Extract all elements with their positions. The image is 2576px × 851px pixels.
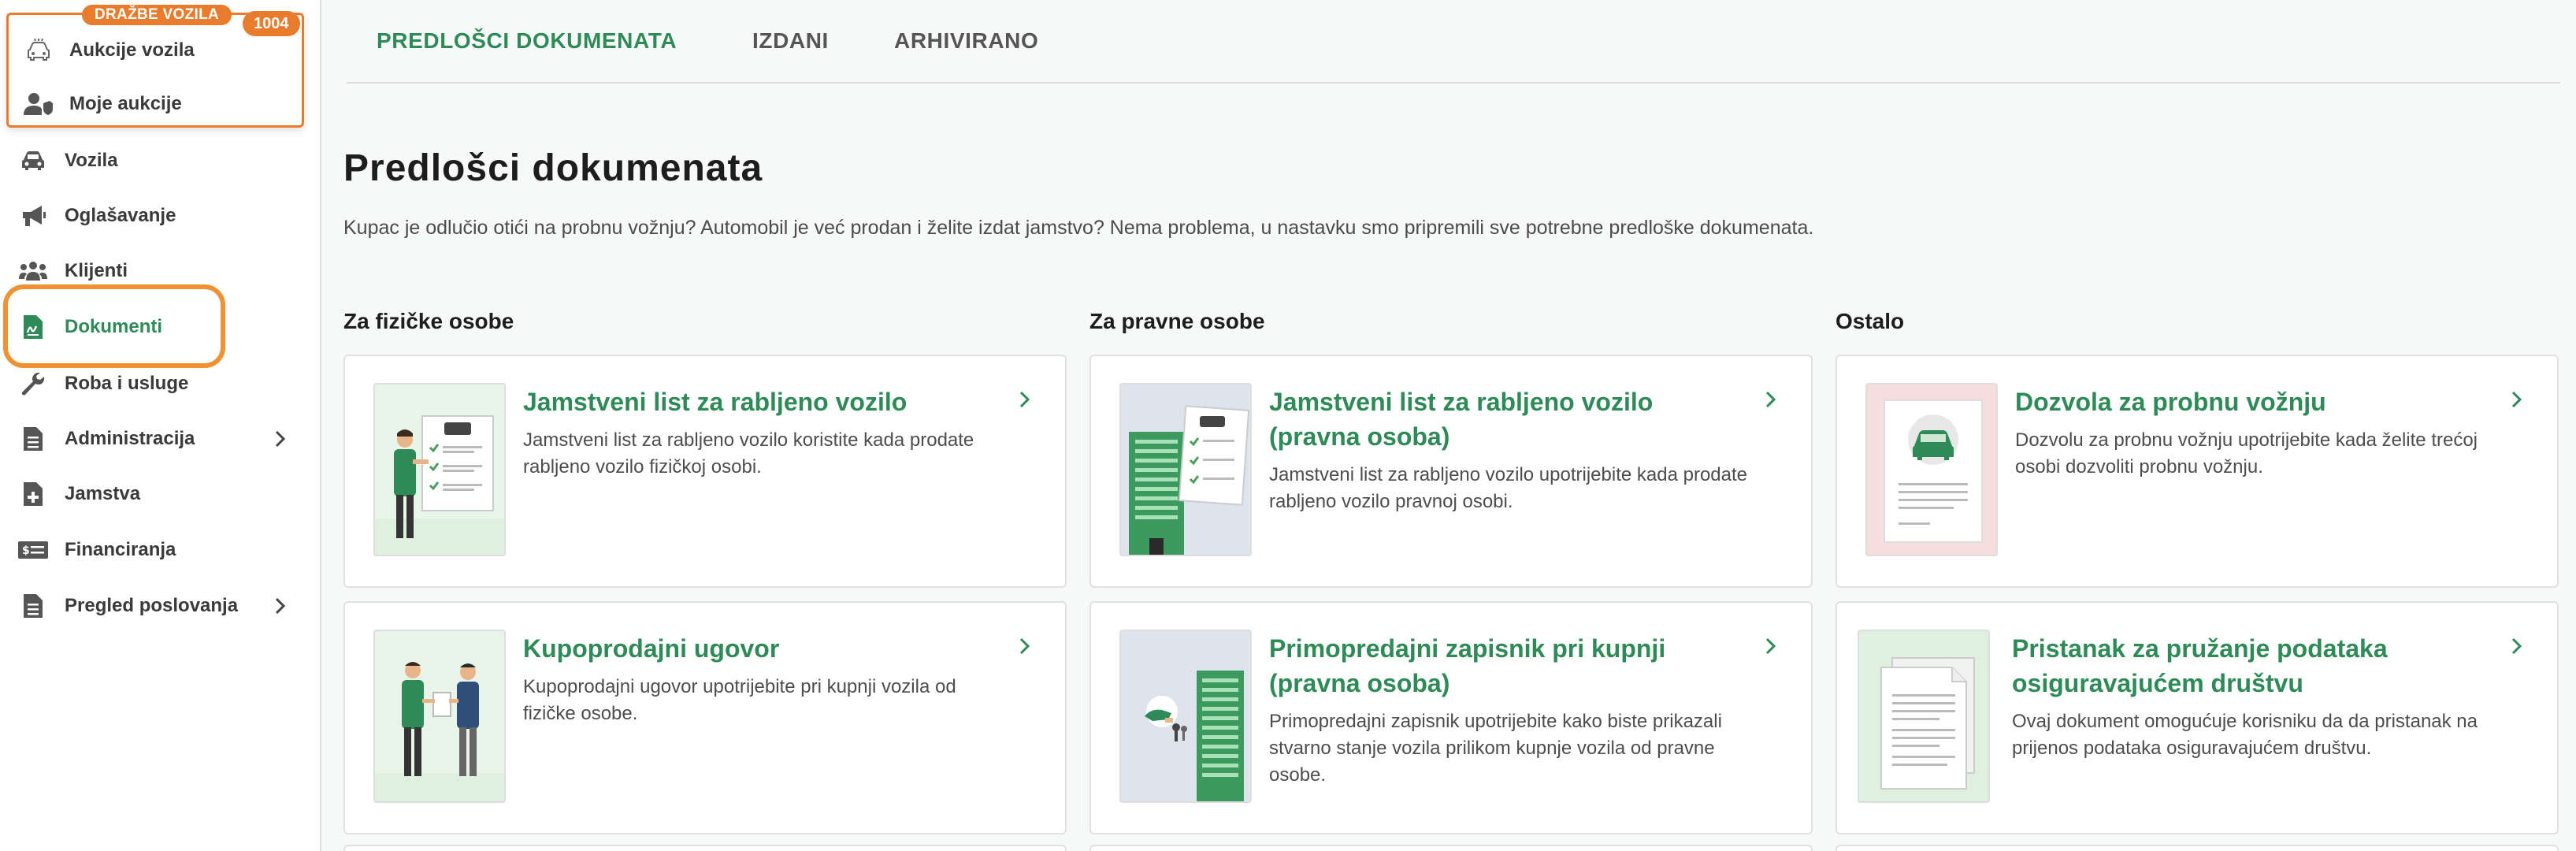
chevron-right-icon <box>2505 388 2529 411</box>
chevron-right-icon <box>269 595 291 617</box>
card-description: Ovaj dokument omogućuje korisniku da da … <box>2012 711 2478 759</box>
chevron-right-icon <box>1013 634 1037 658</box>
auction-count-badge: 1004 <box>243 11 300 36</box>
column-title-fizicke-osobe: Za fizičke osobe <box>343 309 514 333</box>
card-description: Primopredajni zapisnik upotrijebite kako… <box>1269 711 1722 786</box>
chevron-right-icon <box>1013 388 1037 411</box>
chevron-right-icon <box>2505 634 2529 658</box>
chevron-right-icon <box>1759 388 1783 411</box>
sidebar-item-oglasavanje[interactable]: Oglašavanje <box>0 188 321 243</box>
document-card[interactable]: Dozvola za probnu vožnju Dozvolu za prob… <box>1835 355 2559 588</box>
svg-text:$: $ <box>22 544 30 557</box>
file-list-icon <box>17 423 49 455</box>
column-title-pravne-osobe: Za pravne osobe <box>1089 309 1265 333</box>
main-content: PREDLOŠCI DOKUMENATA IZDANI ARHIVIRANO P… <box>323 0 2576 851</box>
page-title: Predlošci dokumenata <box>343 147 763 189</box>
test-drive-document-illustration <box>1865 383 1998 556</box>
file-chart-icon <box>17 590 49 622</box>
sidebar-item-label: Klijenti <box>65 260 128 281</box>
person-warranty-illustration <box>373 383 506 556</box>
two-people-contract-illustration <box>373 630 506 803</box>
sidebar-item-pregled-poslovanja[interactable]: Pregled poslovanja <box>0 578 321 634</box>
column-title-ostalo: Ostalo <box>1835 309 1905 333</box>
document-card[interactable]: Primopredajni zapisnik pri kupnji (pravn… <box>1089 601 1813 834</box>
sidebar-item-label: Administracija <box>65 428 195 449</box>
document-pages-illustration <box>1858 630 1990 803</box>
card-title: Jamstveni list za rabljeno vozilo (pravn… <box>1269 388 1654 451</box>
card-description: Jamstveni list za rabljeno vozilo korist… <box>523 429 974 478</box>
sidebar-item-label: Jamstva <box>65 483 141 504</box>
auction-item-moje-aukcije[interactable]: Moje aukcije <box>9 78 302 130</box>
tab-izdani[interactable]: IZDANI <box>752 28 829 54</box>
sidebar-item-label: Pregled poslovanja <box>65 595 239 616</box>
car-auction-icon <box>23 35 54 66</box>
document-card[interactable]: Jamstveni list za rabljeno vozilo (pravn… <box>1089 355 1813 588</box>
card-title: Primopredajni zapisnik pri kupnji (pravn… <box>1269 634 1666 697</box>
sidebar: Vozila Oglašavanje Klijenti Dokumenti Ro… <box>0 0 321 851</box>
wrench-icon <box>17 368 49 399</box>
chevron-right-icon <box>269 428 291 450</box>
keys-building-illustration <box>1119 630 1252 803</box>
sidebar-item-label: Oglašavanje <box>65 205 176 226</box>
sidebar-item-jamstva[interactable]: Jamstva <box>0 466 321 522</box>
card-description: Jamstveni list za rabljeno vozilo upotri… <box>1269 464 1747 512</box>
card-description: Kupoprodajni ugovor upotrijebite pri kup… <box>523 676 956 724</box>
auction-item-label: Aukcije vozila <box>69 39 195 61</box>
auction-item-label: Moje aukcije <box>69 93 182 114</box>
document-card[interactable]: Pristanak za pružanje podataka osigurava… <box>1835 601 2559 834</box>
document-card[interactable]: Kupoprodajni ugovor Kupoprodajni ugovor … <box>343 601 1067 834</box>
file-plus-icon <box>17 478 49 510</box>
document-card-partial[interactable] <box>343 845 1067 851</box>
tab-predlosci-dokumenata[interactable]: PREDLOŠCI DOKUMENATA <box>377 28 677 54</box>
user-shield-icon <box>23 88 54 120</box>
auction-tag: DRAŽBE VOZILA <box>82 5 232 25</box>
card-title: Kupoprodajni ugovor <box>523 634 780 663</box>
sidebar-item-vozila[interactable]: Vozila <box>0 133 321 188</box>
card-title: Jamstveni list za rabljeno vozilo <box>523 388 908 416</box>
megaphone-icon <box>17 200 49 232</box>
users-icon <box>17 255 49 287</box>
tab-arhivirano[interactable]: ARHIVIRANO <box>894 28 1038 54</box>
money-icon: $ <box>17 534 49 566</box>
card-description: Dozvolu za probnu vožnju upotrijebite ka… <box>2015 429 2478 478</box>
sidebar-item-label: Vozila <box>65 150 118 171</box>
tab-bar: PREDLOŠCI DOKUMENATA IZDANI ARHIVIRANO <box>347 0 2560 84</box>
document-card[interactable]: Jamstveni list za rabljeno vozilo Jamstv… <box>343 355 1067 588</box>
car-icon <box>17 145 49 177</box>
sidebar-item-financiranja[interactable]: $ Financiranja <box>0 522 321 578</box>
sidebar-item-label: Roba i usluge <box>65 373 189 394</box>
page-description: Kupac je odlučio otići na probnu vožnju?… <box>343 217 1814 239</box>
card-title: Pristanak za pružanje podataka osigurava… <box>2012 634 2388 697</box>
card-title: Dozvola za probnu vožnju <box>2015 388 2326 416</box>
sidebar-item-label: Financiranja <box>65 539 176 560</box>
chevron-right-icon <box>1759 634 1783 658</box>
document-card-partial[interactable] <box>1089 845 1813 851</box>
active-item-highlight <box>3 284 225 368</box>
sidebar-item-administracija[interactable]: Administracija <box>0 411 321 466</box>
building-warranty-illustration <box>1119 383 1252 556</box>
document-card-partial[interactable] <box>1835 845 2559 851</box>
